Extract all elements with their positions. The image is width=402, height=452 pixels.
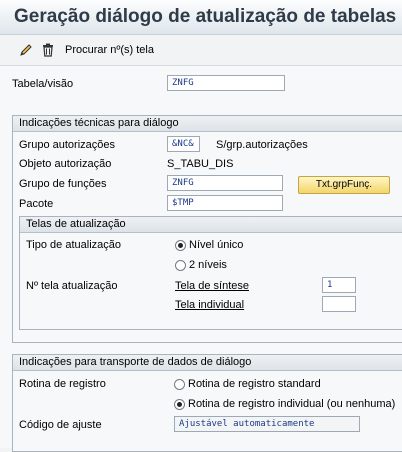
auth-object-value: S_TABU_DIS: [167, 158, 234, 170]
pencil-icon[interactable]: [18, 42, 34, 58]
individual-screen-input[interactable]: [322, 296, 356, 312]
table-label: Tabela/visão: [12, 78, 74, 90]
individual-routine-option[interactable]: Rotina de registro individual (ou nenhum…: [188, 398, 395, 410]
one-step-radio[interactable]: [175, 240, 186, 251]
standard-routine-option[interactable]: Rotina de registro standard: [188, 378, 321, 390]
function-group-label: Grupo de funções: [19, 178, 107, 190]
application-toolbar: Procurar nº(s) tela: [0, 35, 402, 66]
standard-routine-radio[interactable]: [174, 379, 185, 390]
package-input[interactable]: $TMP: [167, 195, 283, 211]
search-screen-numbers-button[interactable]: Procurar nº(s) tela: [65, 44, 154, 56]
package-label: Pacote: [19, 198, 54, 210]
maintenance-screens-title: Telas de atualização: [26, 218, 126, 230]
title-bar: Geração diálogo de atualização de tabela…: [0, 0, 402, 35]
transport-group-title: Indicações para transporte de dados de d…: [19, 356, 252, 368]
function-group-text-button[interactable]: Txt.grpFunç.: [298, 176, 390, 194]
compare-flag-label: Código de ajuste: [19, 419, 102, 431]
summary-screen-input[interactable]: 1: [322, 277, 356, 293]
individual-screen-label: Tela individual: [175, 299, 245, 311]
compare-flag-input[interactable]: Ajustável automaticamente: [174, 416, 360, 432]
trash-icon[interactable]: [40, 42, 56, 58]
function-group-input[interactable]: ZNFG: [167, 175, 283, 191]
recording-routine-label: Rotina de registro: [19, 378, 106, 390]
screen-number-label: Nº tela atualização: [26, 280, 118, 292]
maintenance-screens-group: Telas de atualização Tipo de atualização…: [19, 216, 402, 330]
page-title: Geração diálogo de atualização de tabela…: [14, 6, 397, 27]
two-step-radio[interactable]: [175, 260, 186, 271]
maintenance-screens-header: Telas de atualização: [20, 217, 402, 233]
maintenance-type-label: Tipo de atualização: [26, 239, 121, 251]
summary-screen-label: Tela de síntese: [175, 280, 249, 292]
auth-group-desc: S/grp.autorizações: [216, 139, 308, 151]
individual-routine-radio[interactable]: [174, 399, 185, 410]
transport-group: Indicações para transporte de dados de d…: [12, 354, 402, 452]
table-input[interactable]: ZNFG: [167, 75, 285, 91]
auth-group-input[interactable]: &NC&: [167, 136, 200, 152]
transport-group-header: Indicações para transporte de dados de d…: [13, 355, 402, 371]
technical-group-header: Indicações técnicas para diálogo: [13, 116, 402, 132]
two-step-option[interactable]: 2 níveis: [189, 259, 227, 271]
one-step-option[interactable]: Nível único: [189, 239, 243, 251]
auth-group-label: Grupo autorizações: [19, 139, 115, 151]
main-content: Tabela/visão ZNFG Indicações técnicas pa…: [0, 66, 402, 452]
technical-group-title: Indicações técnicas para diálogo: [19, 117, 179, 129]
technical-group: Indicações técnicas para diálogo Grupo a…: [12, 115, 402, 343]
auth-object-label: Objeto autorização: [19, 158, 112, 170]
